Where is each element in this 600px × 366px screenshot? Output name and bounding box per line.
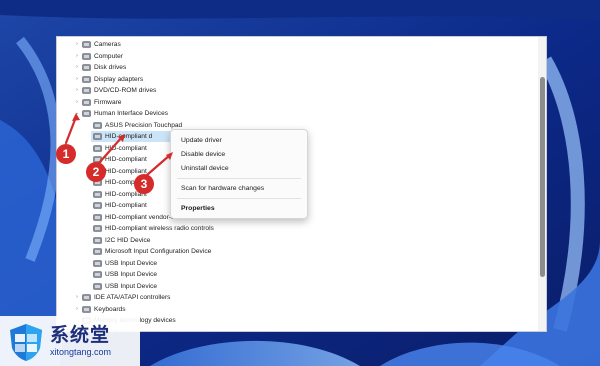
vertical-scrollbar[interactable] bbox=[538, 37, 546, 331]
tree-item-label: Human Interface Devices bbox=[94, 110, 169, 117]
hid-device-icon bbox=[93, 133, 102, 140]
hid-icon bbox=[82, 110, 91, 117]
hid-device-icon bbox=[93, 179, 102, 186]
tree-item-label: Firmware bbox=[94, 98, 122, 106]
shield-logo-icon bbox=[10, 324, 42, 361]
chevron-right-icon[interactable]: › bbox=[73, 85, 81, 96]
menu-separator bbox=[177, 198, 301, 199]
menu-item-disable-device[interactable]: Disable device bbox=[181, 150, 225, 160]
tree-item-label: I2C HID Device bbox=[105, 236, 151, 244]
tree-category[interactable]: › IDE ATA/ATAPI controllers bbox=[57, 292, 527, 303]
menu-separator bbox=[177, 178, 301, 179]
tree-item-label: HID-compliant bbox=[105, 179, 147, 186]
tree-item-label: Computer bbox=[94, 52, 123, 60]
tree-category[interactable]: ⌄ Human Interface Devices bbox=[57, 108, 527, 119]
tree-item-label: HID-compliant bbox=[105, 156, 147, 163]
hid-device-icon bbox=[93, 144, 102, 152]
hid-device-icon bbox=[93, 156, 102, 163]
disk-drive-icon bbox=[82, 64, 91, 71]
chevron-right-icon[interactable]: › bbox=[73, 62, 81, 73]
firmware-icon bbox=[82, 98, 91, 106]
tree-item-label: USB Input Device bbox=[105, 259, 158, 267]
tree-item-label: Microsoft Input Configuration Device bbox=[105, 248, 212, 255]
ide-controller-icon bbox=[82, 294, 91, 301]
keyboard-icon bbox=[82, 305, 91, 313]
tree-item-label: USB Input Device bbox=[105, 271, 158, 278]
tree-category[interactable]: › Firmware bbox=[57, 97, 527, 108]
chevron-down-icon[interactable]: ⌄ bbox=[73, 108, 81, 119]
tree-item-label: Display adapters bbox=[94, 75, 144, 83]
chevron-right-icon[interactable]: › bbox=[73, 292, 81, 303]
menu-item-update-driver[interactable]: Update driver bbox=[181, 136, 222, 146]
hid-device-icon bbox=[93, 282, 102, 290]
chevron-right-icon[interactable]: › bbox=[73, 304, 81, 315]
tree-device[interactable]: USB Input Device bbox=[57, 281, 527, 292]
tree-item-label: Cameras bbox=[94, 41, 121, 48]
hid-device-icon bbox=[93, 225, 102, 232]
tree-category[interactable]: › Disk drives bbox=[57, 62, 527, 73]
menu-item-properties[interactable]: Properties bbox=[181, 204, 215, 214]
tree-category[interactable]: › Computer bbox=[57, 51, 527, 62]
tree-device[interactable]: HID-compliant wireless radio controls bbox=[57, 223, 527, 234]
camera-icon bbox=[82, 41, 91, 48]
tree-item-label: HID-compliant bbox=[105, 167, 147, 175]
watermark-url: xitongtang.com bbox=[50, 347, 112, 357]
tree-item-label: HID-compliant bbox=[105, 202, 147, 209]
tree-item-label: HID-compliant bbox=[105, 190, 147, 198]
menu-item-uninstall-device[interactable]: Uninstall device bbox=[181, 164, 229, 174]
tree-device[interactable]: I2C HID Device bbox=[57, 235, 527, 246]
hid-device-icon bbox=[93, 167, 102, 175]
hid-device-icon bbox=[93, 202, 102, 209]
hid-device-icon bbox=[93, 213, 102, 221]
hid-device-icon bbox=[93, 236, 102, 244]
scrollbar-thumb[interactable] bbox=[540, 77, 545, 277]
hid-device-icon bbox=[93, 248, 102, 255]
tree-item-label: IDE ATA/ATAPI controllers bbox=[94, 294, 171, 301]
watermark-title: 系统堂 bbox=[50, 325, 111, 346]
tree-item-label: Disk drives bbox=[94, 64, 127, 71]
tree-item-label: DVD/CD-ROM drives bbox=[94, 87, 157, 94]
tree-category[interactable]: › DVD/CD-ROM drives bbox=[57, 85, 527, 96]
tree-item-label: USB Input Device bbox=[105, 282, 158, 290]
context-menu: Update driver Disable device Uninstall d… bbox=[170, 129, 308, 219]
watermark-logo: 系统堂 xitongtang.com bbox=[0, 316, 140, 366]
hid-device-icon bbox=[93, 259, 102, 267]
hid-device-icon bbox=[93, 121, 102, 129]
menu-item-scan-hardware-changes[interactable]: Scan for hardware changes bbox=[181, 184, 264, 194]
display-adapter-icon bbox=[82, 75, 91, 83]
tree-category[interactable]: › Display adapters bbox=[57, 74, 527, 85]
chevron-right-icon[interactable]: › bbox=[73, 51, 81, 62]
tree-item-label: HID-compliant d bbox=[105, 133, 153, 140]
tree-device[interactable]: USB Input Device bbox=[57, 269, 527, 280]
computer-icon bbox=[82, 52, 91, 60]
chevron-right-icon[interactable]: › bbox=[73, 97, 81, 108]
dvd-drive-icon bbox=[82, 87, 91, 94]
hid-device-icon bbox=[93, 271, 102, 278]
tree-device[interactable]: Microsoft Input Configuration Device bbox=[57, 246, 527, 257]
chevron-right-icon[interactable]: › bbox=[73, 74, 81, 85]
tree-item-label: HID-compliant wireless radio controls bbox=[105, 225, 214, 232]
hid-device-icon bbox=[93, 190, 102, 198]
tree-device[interactable]: USB Input Device bbox=[57, 258, 527, 269]
tree-item-label: HID-compliant bbox=[105, 144, 147, 152]
chevron-right-icon[interactable]: › bbox=[73, 39, 81, 50]
tree-category[interactable]: › Keyboards bbox=[57, 304, 527, 315]
tree-category[interactable]: › Cameras bbox=[57, 39, 527, 50]
tree-item-label: Keyboards bbox=[94, 305, 126, 313]
